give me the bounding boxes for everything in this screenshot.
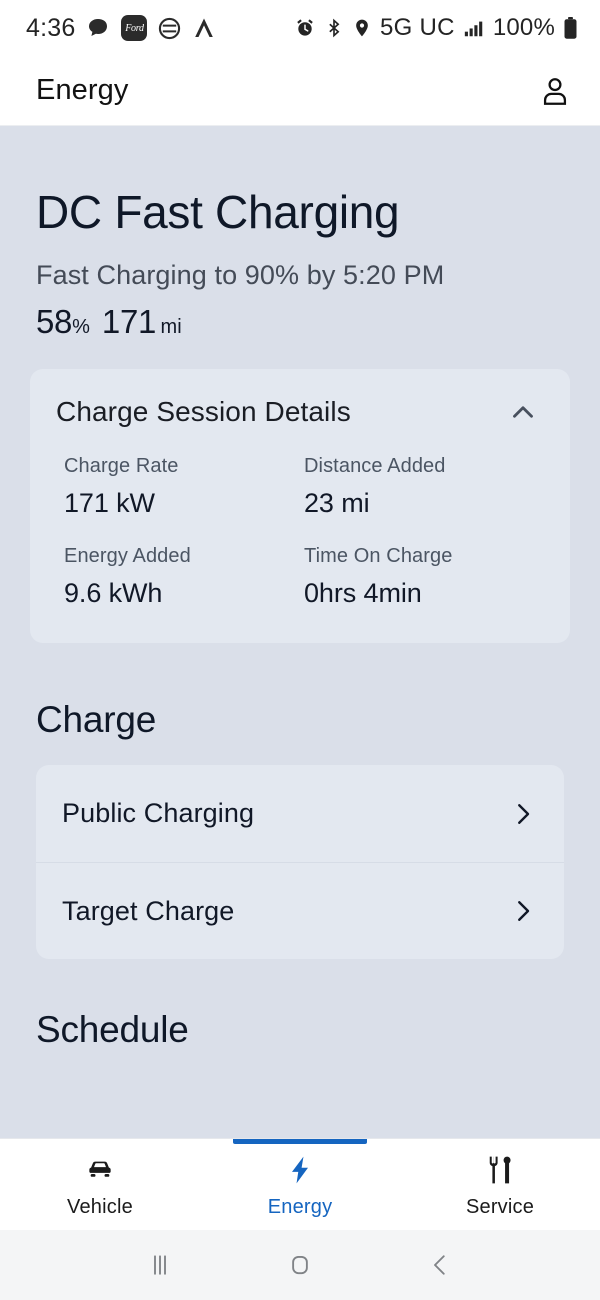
bottom-navigation: Vehicle Energy Service xyxy=(0,1138,600,1230)
status-bar-right: 5G UC 100% xyxy=(294,14,578,42)
chevron-right-icon[interactable] xyxy=(508,799,538,829)
page-title: Energy xyxy=(36,74,129,106)
nav-item-vehicle[interactable]: Vehicle xyxy=(0,1139,200,1230)
alarm-icon xyxy=(294,17,316,39)
metric-charge-rate: Charge Rate 171 kW xyxy=(64,455,304,519)
status-clock: 4:36 xyxy=(26,13,76,42)
wrench-screwdriver-icon xyxy=(484,1154,516,1186)
range-unit: mi xyxy=(160,316,182,339)
back-icon[interactable] xyxy=(425,1250,455,1280)
nav-item-label: Vehicle xyxy=(67,1196,133,1218)
message-bubble-icon xyxy=(86,16,110,40)
app-header: Energy xyxy=(0,56,600,126)
charge-session-metrics: Charge Rate 171 kW Distance Added 23 mi … xyxy=(30,437,570,609)
charge-heading: Charge xyxy=(36,699,157,741)
nav-active-indicator xyxy=(233,1139,367,1144)
metric-value: 9.6 kWh xyxy=(64,578,163,609)
range-value-group: 171 mi xyxy=(102,303,182,341)
person-icon[interactable] xyxy=(538,74,572,108)
chevron-up-icon[interactable] xyxy=(506,395,540,429)
signal-bars-icon xyxy=(463,17,485,39)
metric-label: Charge Rate xyxy=(64,455,179,478)
charge-section-header: Charge xyxy=(0,699,600,741)
metric-value: 0hrs 4min xyxy=(304,578,422,609)
list-item-label: Public Charging xyxy=(62,798,255,829)
metric-energy-added: Energy Added 9.6 kWh xyxy=(64,545,304,609)
metric-row: Energy Added 9.6 kWh Time On Charge 0hrs… xyxy=(64,545,544,609)
car-icon xyxy=(84,1154,116,1186)
range-value: 171 xyxy=(101,303,157,341)
ford-app-icon: Ford xyxy=(121,15,148,41)
circle-icon xyxy=(158,17,181,40)
schedule-section-header: Schedule xyxy=(0,1009,600,1051)
battery-value-group: 58% xyxy=(36,303,90,341)
charging-title: DC Fast Charging xyxy=(36,186,400,238)
location-icon xyxy=(352,17,372,39)
list-item-target-charge[interactable]: Target Charge xyxy=(36,862,564,959)
charging-values: 58% 171 mi xyxy=(36,303,564,341)
battery-value: 58 xyxy=(36,303,73,341)
metric-label: Time On Charge xyxy=(304,545,453,568)
metric-row: Charge Rate 171 kW Distance Added 23 mi xyxy=(64,455,544,519)
status-bar-left: 4:36 Ford xyxy=(26,14,216,43)
charge-session-card: Charge Session Details Charge Rate 171 k… xyxy=(30,369,570,644)
list-item-label: Target Charge xyxy=(62,895,235,926)
status-bar: 4:36 Ford 5G UC 100% xyxy=(0,0,600,56)
system-navigation-bar xyxy=(0,1230,600,1300)
battery-percent-label: 100% xyxy=(492,14,555,41)
android-auto-icon xyxy=(192,16,216,40)
nav-item-energy[interactable]: Energy xyxy=(200,1139,400,1230)
lightning-bolt-icon xyxy=(284,1154,316,1186)
battery-icon xyxy=(563,16,578,40)
battery-unit: % xyxy=(72,316,90,339)
charging-summary: DC Fast Charging Fast Charging to 90% by… xyxy=(0,188,600,341)
bluetooth-icon xyxy=(324,17,344,39)
phone-screen: 4:36 Ford 5G UC 100% Energy DC Fast Char… xyxy=(0,0,600,1300)
list-item-public-charging[interactable]: Public Charging xyxy=(36,765,564,862)
charge-list: Public Charging Target Charge xyxy=(36,765,564,960)
charge-session-title: Charge Session Details xyxy=(56,396,351,428)
network-label: 5G UC xyxy=(379,14,455,41)
main-content[interactable]: DC Fast Charging Fast Charging to 90% by… xyxy=(0,126,600,1138)
schedule-heading: Schedule xyxy=(36,1009,189,1051)
nav-item-label: Service xyxy=(465,1196,535,1218)
metric-value: 23 mi xyxy=(304,488,370,519)
charge-session-header[interactable]: Charge Session Details xyxy=(30,369,570,437)
metric-label: Energy Added xyxy=(64,545,191,568)
metric-label: Distance Added xyxy=(304,455,446,478)
chevron-right-icon[interactable] xyxy=(508,896,538,926)
metric-time-on-charge: Time On Charge 0hrs 4min xyxy=(304,545,544,609)
charging-status: Fast Charging to 90% by 5:20 PM xyxy=(36,260,445,291)
home-icon[interactable] xyxy=(285,1250,315,1280)
nav-item-service[interactable]: Service xyxy=(400,1139,600,1230)
metric-value: 171 kW xyxy=(64,488,155,519)
metric-distance-added: Distance Added 23 mi xyxy=(304,455,544,519)
recents-icon[interactable] xyxy=(145,1250,175,1280)
nav-item-label: Energy xyxy=(267,1196,333,1218)
